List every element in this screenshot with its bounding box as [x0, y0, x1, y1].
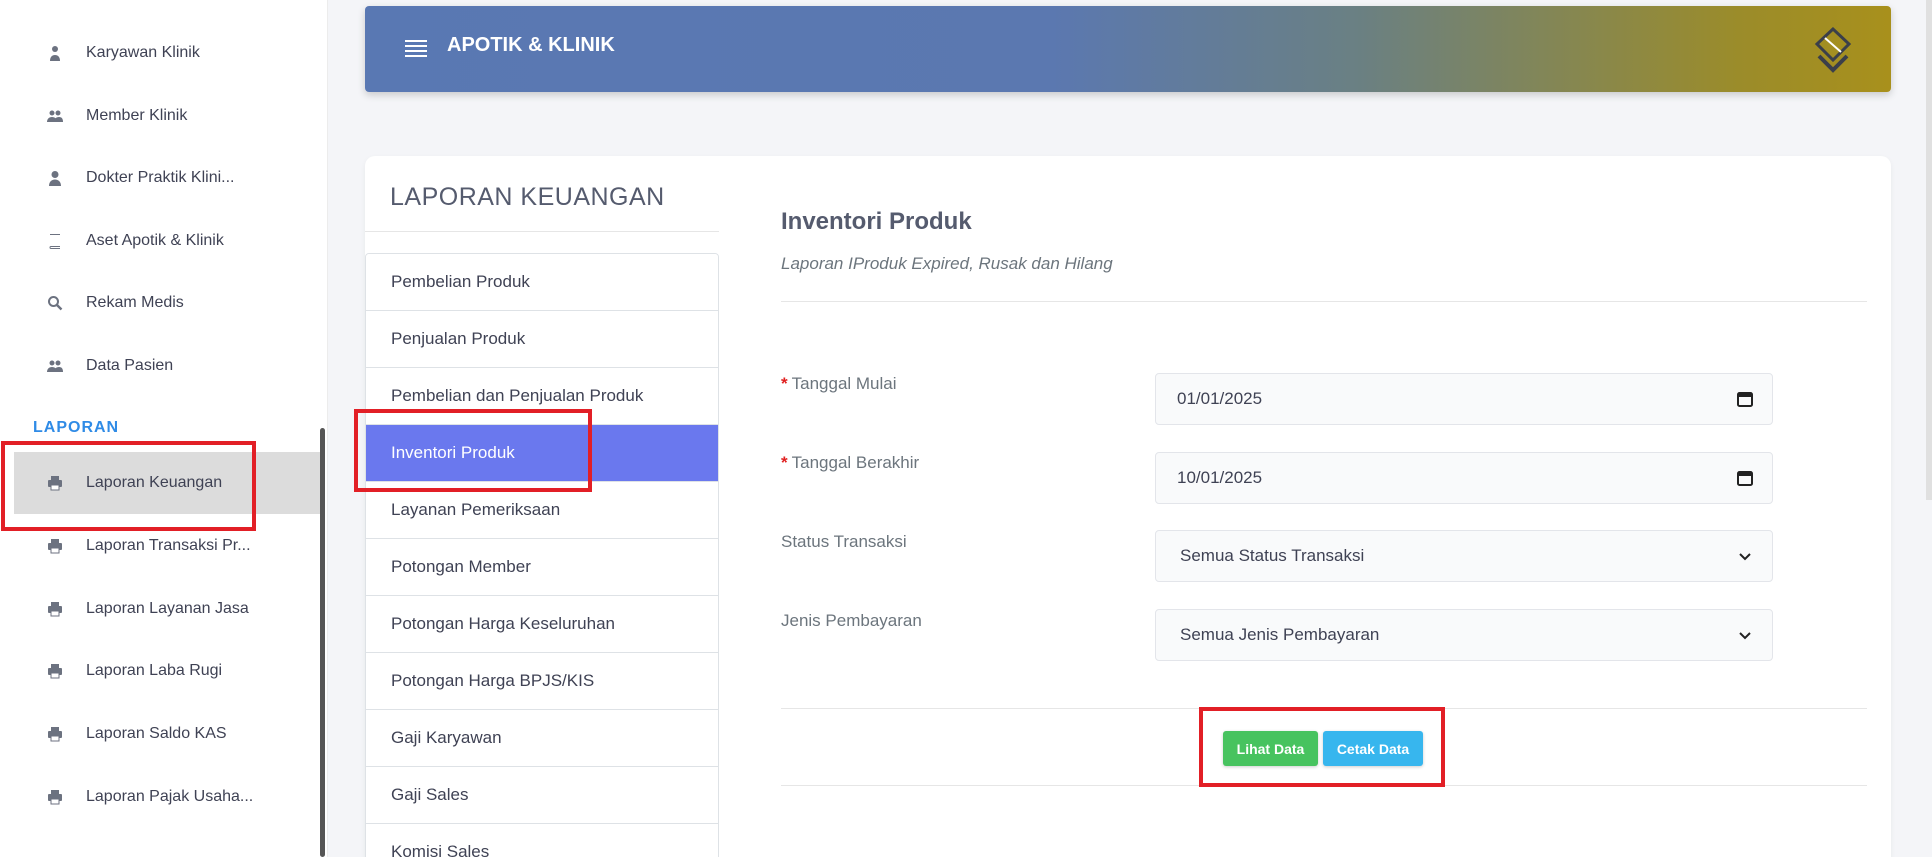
sidebar-item-laporan-laba-rugi[interactable]: Laporan Laba Rugi	[14, 640, 320, 702]
required-mark: *	[781, 453, 788, 472]
chevron-down-icon	[1739, 632, 1751, 640]
print-icon	[28, 726, 82, 742]
menu-item-gaji-sales[interactable]: Gaji Sales	[366, 767, 718, 824]
calendar-icon[interactable]	[1736, 469, 1754, 487]
start-date-label: * Tanggal Mulai	[781, 374, 897, 393]
end-date-label: * Tanggal Berakhir	[781, 453, 920, 472]
divider	[365, 231, 719, 232]
search-icon	[28, 295, 82, 311]
sidebar-item-label: Member Klinik	[86, 107, 188, 124]
highlight-box-menu	[354, 409, 592, 492]
users-icon	[28, 108, 82, 124]
required-mark: *	[781, 374, 788, 393]
sidebar-item-laporan-layanan-jasa[interactable]: Laporan Layanan Jasa	[14, 578, 320, 640]
user-tie-icon	[28, 45, 82, 61]
payment-select[interactable]: Semua Jenis Pembayaran	[1155, 609, 1773, 661]
start-date-input[interactable]: 01/01/2025	[1155, 373, 1773, 425]
end-date-value: 10/01/2025	[1177, 468, 1263, 487]
menu-item-gaji-karyawan[interactable]: Gaji Karyawan	[366, 710, 718, 767]
report-card: LAPORAN KEUANGAN Pembelian Produk Penjua…	[365, 156, 1891, 857]
print-icon	[28, 789, 82, 805]
status-select[interactable]: Semua Status Transaksi	[1155, 530, 1773, 582]
sidebar-item-aset[interactable]: Aset Apotik & Klinik	[14, 210, 320, 272]
sidebar-item-label: Laporan Saldo KAS	[86, 725, 227, 742]
status-label: Status Transaksi	[781, 532, 907, 551]
sidebar-item-data-pasien[interactable]: Data Pasien	[14, 335, 320, 397]
report-menu-list: Pembelian Produk Penjualan Produk Pembel…	[365, 253, 719, 857]
card-title: LAPORAN KEUANGAN	[390, 183, 665, 211]
calendar-icon[interactable]	[1736, 390, 1754, 408]
sidebar-item-karyawan-klinik[interactable]: Karyawan Klinik	[14, 22, 320, 84]
sidebar-item-label: Laporan Transaksi Pr...	[86, 537, 251, 554]
menu-item-potongan-keseluruhan[interactable]: Potongan Harga Keseluruhan	[366, 596, 718, 653]
hamburger-menu-icon[interactable]	[405, 40, 427, 58]
sidebar-item-label: Laporan Laba Rugi	[86, 662, 223, 679]
payment-select-value: Semua Jenis Pembayaran	[1180, 625, 1380, 644]
sidebar-item-member-klinik[interactable]: Member Klinik	[14, 85, 320, 147]
top-header: APOTIK & KLINIK	[365, 6, 1891, 92]
users-icon	[28, 358, 82, 374]
sidebar-item-label: Karyawan Klinik	[86, 44, 200, 61]
sidebar-item-laporan-saldo-kas[interactable]: Laporan Saldo KAS	[14, 703, 320, 765]
sidebar: Karyawan Klinik Member Klinik Dokter Pra…	[0, 0, 328, 857]
print-icon	[28, 663, 82, 679]
highlight-box-sidebar	[1, 441, 256, 531]
user-icon	[28, 170, 82, 186]
divider	[781, 301, 1867, 302]
sidebar-item-rekam-medis[interactable]: Rekam Medis	[14, 272, 320, 334]
status-select-value: Semua Status Transaksi	[1180, 546, 1365, 565]
sidebar-item-label: Rekam Medis	[86, 294, 184, 311]
menu-item-komisi-sales[interactable]: Komisi Sales	[366, 824, 718, 857]
menu-item-potongan-member[interactable]: Potongan Member	[366, 539, 718, 596]
sidebar-item-label: Dokter Praktik Klini...	[86, 169, 235, 186]
page-scrollbar[interactable]	[1926, 0, 1932, 500]
start-date-value: 01/01/2025	[1177, 389, 1263, 408]
highlight-box-buttons	[1199, 707, 1445, 787]
section-title: Inventori Produk	[781, 208, 972, 235]
app-title: APOTIK & KLINIK	[447, 34, 615, 56]
sidebar-item-label: Aset Apotik & Klinik	[86, 232, 224, 249]
sidebar-item-dokter-praktik[interactable]: Dokter Praktik Klini...	[14, 147, 320, 209]
end-date-input[interactable]: 10/01/2025	[1155, 452, 1773, 504]
sidebar-item-label: Laporan Pajak Usaha...	[86, 788, 254, 805]
sidebar-item-label: Laporan Layanan Jasa	[86, 600, 249, 617]
menu-item-penjualan-produk[interactable]: Penjualan Produk	[366, 311, 718, 368]
menu-item-pembelian-produk[interactable]: Pembelian Produk	[366, 254, 718, 311]
sidebar-item-laporan-pajak[interactable]: Laporan Pajak Usaha...	[14, 766, 320, 828]
sidebar-scrollbar[interactable]	[320, 428, 325, 857]
section-subtitle: Laporan IProduk Expired, Rusak dan Hilan…	[781, 254, 1113, 273]
print-icon	[28, 601, 82, 617]
book-icon	[28, 233, 82, 249]
print-icon	[28, 538, 82, 554]
sidebar-item-label: Data Pasien	[86, 357, 174, 374]
payment-label: Jenis Pembayaran	[781, 611, 922, 630]
sidebar-section-header: LAPORAN	[33, 419, 120, 436]
app-logo-icon[interactable]	[1811, 26, 1855, 76]
chevron-down-icon	[1739, 553, 1751, 561]
menu-item-potongan-bpjs[interactable]: Potongan Harga BPJS/KIS	[366, 653, 718, 710]
